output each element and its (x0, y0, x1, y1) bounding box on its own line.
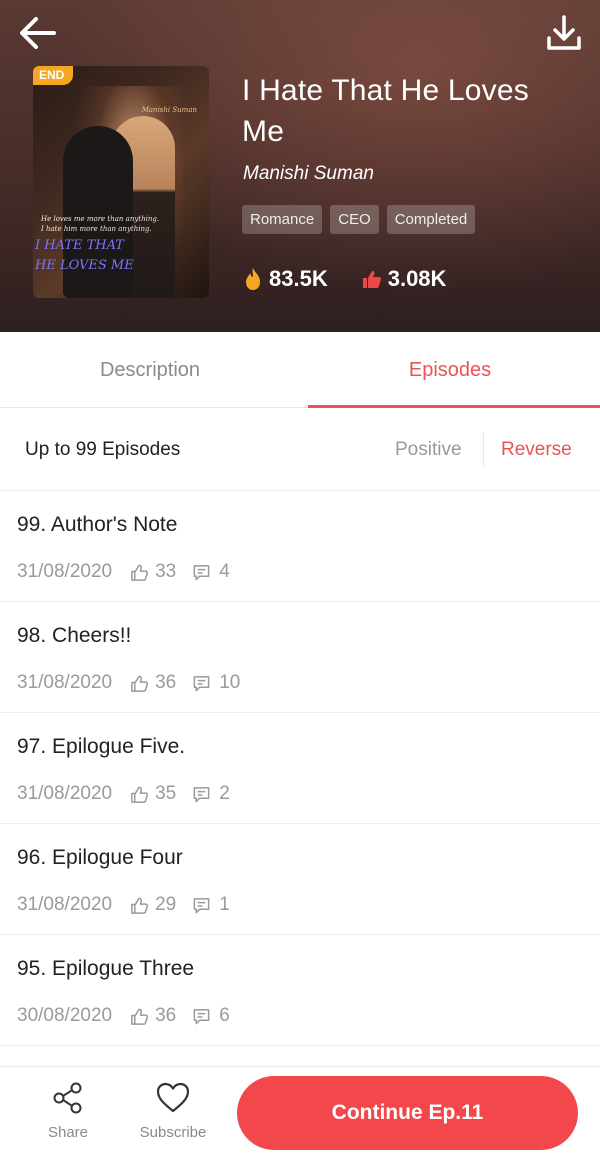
book-stats: 83.5K 3.08K (243, 266, 480, 292)
thumb-up-icon (362, 271, 381, 288)
episode-date: 31/08/2020 (17, 783, 113, 804)
episode-row[interactable]: 98. Cheers!! 31/08/2020 36 10 (0, 602, 600, 713)
arrow-left-icon (20, 17, 56, 49)
episode-title: 97. Epilogue Five. (17, 735, 186, 758)
episode-row[interactable]: 99. Author's Note 31/08/2020 33 4 (0, 491, 600, 602)
continue-reading-button[interactable]: Continue Ep.11 (237, 1076, 578, 1150)
flame-icon (246, 268, 260, 290)
sort-divider (483, 433, 484, 467)
likes-stat: 3.08K (362, 266, 447, 292)
tag-list: Romance CEO Completed (242, 205, 476, 234)
episode-comments: 6 (219, 1005, 230, 1026)
share-button[interactable]: Share (33, 1081, 103, 1141)
book-title: I Hate That He Loves Me (242, 74, 529, 148)
views-stat: 83.5K (243, 266, 328, 292)
episode-meta: 31/08/2020 33 4 (17, 561, 230, 583)
thumb-up-outline-icon (131, 1008, 149, 1025)
episode-row[interactable]: 96. Epilogue Four 31/08/2020 29 1 (0, 824, 600, 935)
episode-row[interactable]: 95. Epilogue Three 30/08/2020 36 6 (0, 935, 600, 1046)
episode-likes: 29 (155, 894, 177, 915)
subscribe-label: Subscribe (139, 1124, 207, 1141)
thumb-up-outline-icon (131, 786, 149, 803)
download-button[interactable] (544, 12, 584, 56)
episode-likes: 33 (155, 561, 177, 582)
comment-icon (193, 675, 210, 691)
book-header: Manishi Suman He loves me more than anyt… (0, 0, 600, 332)
views-count: 83.5K (269, 266, 328, 291)
sort-bar: Up to 99 Episodes Positive Reverse (0, 409, 600, 491)
episode-title: 98. Cheers!! (17, 624, 132, 647)
share-icon (53, 1082, 82, 1114)
episode-date: 30/08/2020 (17, 1005, 113, 1026)
heart-icon (156, 1082, 190, 1113)
back-button[interactable] (16, 12, 60, 56)
episode-comments: 4 (219, 561, 230, 582)
episode-meta: 30/08/2020 36 6 (17, 1005, 230, 1027)
episode-list: 99. Author's Note 31/08/2020 33 4 98. Ch… (0, 491, 600, 1046)
episode-meta: 31/08/2020 29 1 (17, 894, 230, 916)
episode-date: 31/08/2020 (17, 561, 113, 582)
tab-bar: Description Episodes (0, 332, 600, 408)
episode-comments: 10 (219, 672, 241, 693)
thumb-up-outline-icon (131, 897, 149, 914)
episode-likes: 35 (155, 783, 177, 804)
subscribe-button[interactable]: Subscribe (128, 1081, 218, 1141)
comment-icon (193, 786, 210, 802)
tab-episodes[interactable]: Episodes (300, 332, 600, 408)
tag-romance[interactable]: Romance (242, 205, 323, 234)
episode-title: 96. Epilogue Four (17, 846, 183, 869)
cover-title-art: I HATE THAT HE LOVES ME (35, 238, 134, 273)
thumb-up-outline-icon (131, 675, 149, 692)
book-cover: Manishi Suman He loves me more than anyt… (33, 66, 209, 298)
comment-icon (193, 1008, 210, 1024)
bottom-action-bar: Share Subscribe Continue Ep.11 (0, 1066, 600, 1157)
likes-count: 3.08K (387, 266, 447, 291)
tag-ceo[interactable]: CEO (330, 205, 379, 234)
tab-description[interactable]: Description (0, 332, 300, 407)
download-icon (547, 15, 581, 50)
sort-reverse-button[interactable]: Reverse (501, 439, 572, 461)
cover-tagline: He loves me more than anything. I hate h… (41, 215, 160, 233)
end-badge: END (33, 66, 74, 85)
episode-date: 31/08/2020 (17, 672, 113, 693)
book-author[interactable]: Manishi Suman (243, 163, 374, 185)
comment-icon (193, 897, 210, 913)
episode-meta: 31/08/2020 35 2 (17, 783, 230, 805)
episode-row[interactable]: 97. Epilogue Five. 31/08/2020 35 2 (0, 713, 600, 824)
episode-title: 95. Epilogue Three (17, 957, 195, 980)
episode-count-label: Up to 99 Episodes (25, 439, 181, 460)
episode-meta: 31/08/2020 36 10 (17, 672, 240, 694)
comment-icon (193, 564, 210, 580)
tag-completed[interactable]: Completed (386, 205, 476, 234)
sort-positive-button[interactable]: Positive (395, 439, 462, 461)
cover-author-text: Manishi Suman (141, 106, 197, 114)
episode-date: 31/08/2020 (17, 894, 113, 915)
episode-likes: 36 (155, 1005, 177, 1026)
episode-comments: 1 (219, 894, 230, 915)
share-label: Share (47, 1124, 89, 1141)
episode-title: 99. Author's Note (17, 513, 178, 536)
episode-likes: 36 (155, 672, 177, 693)
thumb-up-outline-icon (131, 564, 149, 581)
episode-comments: 2 (219, 783, 230, 804)
